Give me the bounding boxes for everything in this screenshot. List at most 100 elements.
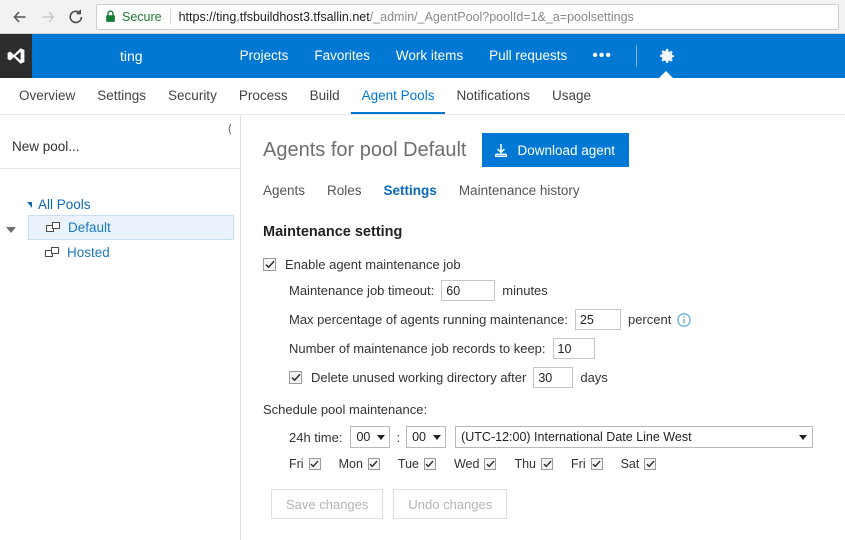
download-icon bbox=[494, 143, 508, 158]
day-toggle-5[interactable]: Fri bbox=[571, 457, 603, 471]
minutes-select[interactable]: 00 bbox=[406, 426, 447, 448]
agent-pool-icon bbox=[45, 246, 60, 259]
day-toggle-2[interactable]: Tue bbox=[398, 457, 436, 471]
pool-label-hosted: Hosted bbox=[67, 245, 110, 260]
top-nav-favorites[interactable]: Favorites bbox=[301, 34, 383, 78]
chevron-down-icon[interactable] bbox=[6, 227, 16, 233]
day-checkbox-2[interactable] bbox=[423, 458, 436, 470]
sidebar-item-hosted-pool[interactable]: Hosted bbox=[0, 240, 240, 265]
checkmark-icon bbox=[592, 460, 601, 468]
vsts-top-bar: ting Projects Favorites Work items Pull … bbox=[0, 34, 845, 79]
checkmark-icon bbox=[425, 460, 435, 468]
minutes-value: 00 bbox=[412, 430, 427, 444]
checkmark-icon bbox=[542, 460, 552, 468]
day-label-1: Mon bbox=[338, 457, 363, 471]
day-checkbox-6[interactable] bbox=[644, 458, 657, 470]
day-checkbox-4[interactable] bbox=[541, 458, 554, 470]
records-to-keep-input[interactable] bbox=[552, 338, 595, 359]
tab-agents[interactable]: Agents bbox=[263, 183, 305, 198]
top-nav-divider bbox=[636, 45, 638, 67]
tab-maintenance-history[interactable]: Maintenance history bbox=[459, 183, 580, 198]
hub-item-security[interactable]: Security bbox=[157, 88, 228, 114]
hub-item-notifications[interactable]: Notifications bbox=[445, 88, 541, 114]
day-checkbox-5[interactable] bbox=[590, 458, 603, 470]
collection-name[interactable]: ting bbox=[120, 48, 143, 64]
tab-roles[interactable]: Roles bbox=[327, 183, 362, 198]
day-checkbox-1[interactable] bbox=[367, 458, 380, 470]
chevron-down-icon bbox=[799, 434, 808, 440]
hub-item-agent-pools[interactable]: Agent Pools bbox=[350, 88, 446, 114]
hub-item-build[interactable]: Build bbox=[299, 88, 351, 114]
browser-toolbar: Secure https://ting.tfsbuildhost3.tfsall… bbox=[0, 0, 845, 34]
top-nav-more-button[interactable]: ••• bbox=[580, 34, 624, 78]
checkmark-icon bbox=[646, 460, 655, 468]
info-icon[interactable] bbox=[677, 312, 692, 327]
hub-item-process[interactable]: Process bbox=[228, 88, 299, 114]
url-text: https://ting.tfsbuildhost3.tfsallin.net/… bbox=[179, 10, 634, 24]
day-toggle-4[interactable]: Thu bbox=[514, 457, 554, 471]
top-nav-pull-requests[interactable]: Pull requests bbox=[476, 34, 580, 78]
pools-tree: All Pools Default Hosted bbox=[0, 169, 240, 265]
checkmark-icon bbox=[486, 460, 495, 468]
day-checkbox-3[interactable] bbox=[484, 458, 497, 470]
form-actions: Save changes Undo changes bbox=[263, 489, 845, 519]
visual-studio-logo[interactable] bbox=[0, 34, 32, 78]
delete-working-directory-checkbox[interactable] bbox=[289, 371, 302, 384]
url-path: /_admin/_AgentPool?poolId=1&_a=poolsetti… bbox=[369, 9, 634, 24]
day-label-2: Tue bbox=[397, 457, 419, 471]
chevron-left-icon[interactable]: ⟨ bbox=[227, 123, 232, 135]
download-agent-label: Download agent bbox=[517, 142, 616, 158]
chevron-down-icon bbox=[433, 434, 442, 440]
undo-changes-button[interactable]: Undo changes bbox=[393, 489, 508, 519]
max-percentage-input[interactable] bbox=[574, 309, 621, 330]
job-timeout-input[interactable] bbox=[441, 280, 496, 301]
download-agent-button[interactable]: Download agent bbox=[482, 133, 630, 167]
timezone-select[interactable]: (UTC-12:00) International Date Line West bbox=[455, 426, 814, 448]
url-host: https://ting.tfsbuildhost3.tfsallin.net bbox=[178, 9, 370, 24]
hub-item-overview[interactable]: Overview bbox=[8, 88, 86, 114]
delete-working-directory-label: Delete unused working directory after bbox=[311, 370, 527, 385]
secure-label: Secure bbox=[122, 9, 162, 24]
tab-settings[interactable]: Settings bbox=[384, 183, 437, 198]
schedule-time-row: 24h time: 00 : 00 (UTC-12:00) Internatio… bbox=[263, 426, 845, 448]
forward-button[interactable] bbox=[34, 3, 62, 31]
day-toggle-0[interactable]: Fri bbox=[289, 457, 321, 471]
save-changes-button[interactable]: Save changes bbox=[271, 489, 384, 519]
checkmark-icon bbox=[369, 460, 378, 468]
hub-item-settings[interactable]: Settings bbox=[86, 88, 157, 114]
section-title: Maintenance setting bbox=[263, 224, 403, 240]
tree-expander-icon bbox=[27, 202, 32, 208]
timezone-value: (UTC-12:00) International Date Line West bbox=[461, 430, 692, 444]
schedule-days-row: Fri Mon Tue Wed Thu Fri Sat bbox=[263, 457, 845, 471]
lock-icon bbox=[105, 10, 116, 23]
content-header: Agents for pool Default Download agent bbox=[263, 133, 845, 167]
reload-button[interactable] bbox=[62, 3, 90, 31]
pool-pivot-tabs: Agents Roles Settings Maintenance histor… bbox=[263, 183, 845, 198]
forward-arrow-icon bbox=[42, 10, 55, 23]
day-toggle-1[interactable]: Mon bbox=[339, 457, 380, 471]
day-toggle-3[interactable]: Wed bbox=[454, 457, 497, 471]
omnibox-divider bbox=[169, 8, 171, 25]
top-nav-work-items[interactable]: Work items bbox=[383, 34, 476, 78]
checkmark-icon bbox=[290, 373, 301, 382]
gear-icon bbox=[659, 48, 674, 63]
tree-root-all-pools[interactable]: All Pools bbox=[0, 193, 240, 215]
new-pool-link[interactable]: New pool... bbox=[0, 121, 240, 169]
back-button[interactable] bbox=[6, 3, 34, 31]
chevron-down-icon bbox=[377, 434, 386, 440]
delete-working-directory-input[interactable] bbox=[533, 367, 574, 388]
pool-label-default: Default bbox=[68, 220, 111, 235]
day-label-5: Fri bbox=[571, 457, 586, 471]
day-toggle-6[interactable]: Sat bbox=[621, 457, 657, 471]
hub-item-usage[interactable]: Usage bbox=[541, 88, 602, 114]
enable-maintenance-job-row: Enable agent maintenance job bbox=[263, 257, 845, 272]
day-checkbox-0[interactable] bbox=[308, 458, 321, 470]
hours-select[interactable]: 00 bbox=[350, 426, 391, 448]
max-percentage-unit: percent bbox=[627, 312, 672, 327]
top-nav-projects[interactable]: Projects bbox=[227, 34, 302, 78]
settings-gear-button[interactable] bbox=[649, 34, 683, 79]
sidebar-item-default-pool[interactable]: Default bbox=[28, 215, 234, 240]
enable-maintenance-job-checkbox[interactable] bbox=[263, 258, 276, 271]
address-bar[interactable]: Secure https://ting.tfsbuildhost3.tfsall… bbox=[96, 3, 839, 30]
enable-maintenance-job-label: Enable agent maintenance job bbox=[285, 257, 461, 272]
